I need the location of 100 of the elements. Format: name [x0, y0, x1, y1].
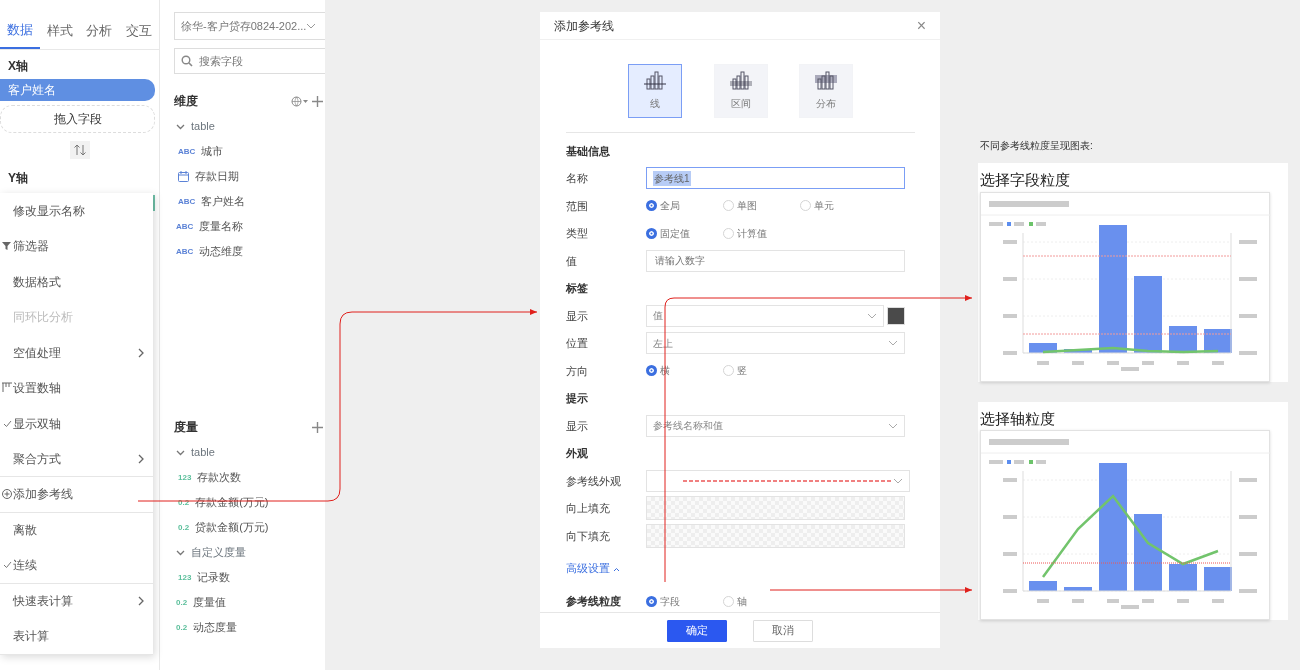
field-label: 名称 — [566, 171, 589, 186]
chevron-down-icon — [306, 23, 317, 29]
chart-type-option[interactable]: 线 — [628, 64, 682, 118]
menu-item[interactable]: 聚合方式 — [0, 441, 153, 477]
type-tag: 0.2 — [176, 596, 188, 609]
check-icon — [3, 561, 12, 570]
folder-label[interactable]: table — [191, 444, 215, 461]
section-heading: 基础信息 — [566, 143, 610, 159]
chevron-down-icon — [867, 312, 877, 319]
radio-option[interactable]: 轴 — [723, 593, 800, 609]
line-style-select[interactable] — [646, 469, 910, 492]
chart-type-option[interactable]: 区间 — [713, 64, 768, 118]
radio-option[interactable]: 单图 — [723, 198, 800, 214]
axis-icon — [1, 382, 13, 395]
axis-label: Y轴 — [7, 169, 29, 187]
menu-item[interactable]: 连续 — [0, 548, 153, 584]
chevron-right-icon — [137, 453, 145, 464]
menu-item[interactable]: 修改显示名称 — [0, 193, 153, 229]
axis-label: X轴 — [7, 57, 29, 75]
field-name[interactable]: 贷款金额(万元) — [195, 519, 269, 536]
dataset-select[interactable]: 徐华-客户贷存0824-202... — [174, 12, 325, 40]
bar-chart-icon — [727, 71, 754, 90]
bar-chart-icon — [813, 71, 839, 90]
field-name[interactable]: 城市 — [201, 143, 224, 160]
field-chip[interactable]: 客户姓名 — [0, 78, 155, 101]
chevron-down-icon — [888, 422, 898, 429]
panel-tab[interactable]: 分析 — [79, 14, 120, 49]
menu-item[interactable]: 添加参考线 — [0, 477, 153, 513]
field-name[interactable]: 动态维度 — [199, 243, 244, 260]
bar — [1064, 587, 1092, 591]
panel-tab[interactable]: 数据 — [0, 14, 40, 49]
field-label: 参考线外观 — [566, 473, 622, 489]
field-label: 类型 — [566, 226, 589, 241]
bar — [1064, 348, 1092, 353]
menu-item[interactable]: 离散 — [0, 512, 153, 548]
drop-zone[interactable]: 拖入字段 — [0, 104, 155, 133]
chevron-down-icon[interactable] — [176, 449, 185, 456]
field-label: 显示 — [566, 418, 589, 434]
folder-label[interactable]: table — [191, 118, 215, 135]
search-field[interactable]: 搜索字段 — [174, 48, 325, 74]
menu-item[interactable]: 空值处理 — [0, 335, 153, 371]
radio-option[interactable]: 全局 — [646, 198, 723, 214]
type-tag: 0.2 — [178, 521, 190, 534]
section-heading: 提示 — [566, 391, 588, 406]
image-heading: 选择轴粒度 — [980, 408, 1056, 429]
field-name[interactable]: 存款日期 — [195, 168, 239, 185]
field-name[interactable]: 存款次数 — [197, 469, 242, 486]
calendar-icon — [178, 171, 189, 182]
field-name[interactable]: 动态度量 — [193, 619, 238, 636]
search-icon — [181, 55, 193, 67]
section-title: 维度 — [174, 93, 198, 110]
add-icon[interactable] — [312, 95, 323, 107]
menu-item[interactable]: 显示双轴 — [0, 406, 153, 442]
cancel-button[interactable]: 取消 — [753, 619, 813, 642]
field-label: 显示 — [566, 308, 589, 324]
close-button[interactable]: × — [916, 17, 926, 34]
menu-item[interactable]: 快速表计算 — [0, 583, 153, 619]
advanced-settings-link[interactable]: 高级设置 — [566, 560, 621, 577]
menu-item[interactable]: 数据格式 — [0, 264, 153, 300]
menu-item[interactable]: 表计算 — [0, 619, 153, 655]
radio-option[interactable]: 竖 — [723, 363, 800, 379]
field-label: 参考线粒度 — [566, 594, 622, 609]
color-swatch[interactable] — [887, 306, 905, 325]
type-tag: 123 — [178, 571, 192, 584]
folder-label[interactable]: 自定义度量 — [191, 544, 246, 561]
add-icon[interactable] — [312, 421, 323, 433]
globe-icon[interactable] — [291, 95, 309, 107]
select-field[interactable]: 值 — [646, 304, 884, 327]
field-label: 向上填充 — [566, 501, 611, 516]
text-field[interactable]: 参考线1 — [646, 167, 905, 190]
type-tag: ABC — [178, 195, 196, 208]
chevron-down-icon[interactable] — [176, 549, 185, 556]
radio-option[interactable]: 单元 — [800, 198, 877, 214]
dialog-title: 添加参考线 — [554, 17, 614, 35]
chart-type-option[interactable]: 分布 — [799, 64, 853, 118]
chevron-down-icon — [893, 477, 903, 484]
type-tag: 0.2 — [176, 621, 188, 634]
image-heading: 选择字段粒度 — [980, 170, 1071, 190]
radio-option[interactable]: 计算值 — [723, 225, 800, 241]
field-label: 值 — [566, 253, 578, 269]
check-icon — [3, 419, 12, 428]
radio-option[interactable]: 字段 — [646, 593, 723, 609]
text-field[interactable]: 请输入数字 — [646, 249, 905, 272]
menu-item[interactable]: 设置数轴 — [0, 370, 153, 406]
chevron-right-icon — [137, 596, 145, 607]
caption: 不同参考线粒度呈现图表: — [980, 139, 1094, 153]
radio-option[interactable]: 固定值 — [646, 225, 723, 241]
chevron-down-icon[interactable] — [176, 123, 185, 130]
bar — [1029, 581, 1057, 591]
field-name[interactable]: 记录数 — [197, 569, 231, 586]
field-name[interactable]: 度量名称 — [199, 218, 244, 235]
confirm-button[interactable]: 确定 — [667, 619, 727, 642]
field-name[interactable]: 客户姓名 — [201, 193, 246, 210]
field-name[interactable]: 度量值 — [193, 594, 227, 611]
menu-item[interactable]: 筛选器 — [0, 228, 153, 264]
panel-tab[interactable]: 样式 — [39, 14, 80, 49]
section-title: 度量 — [174, 419, 198, 436]
filter-icon — [1, 240, 13, 253]
panel-tab[interactable]: 交互 — [119, 14, 159, 49]
chevron-right-icon — [137, 347, 145, 358]
